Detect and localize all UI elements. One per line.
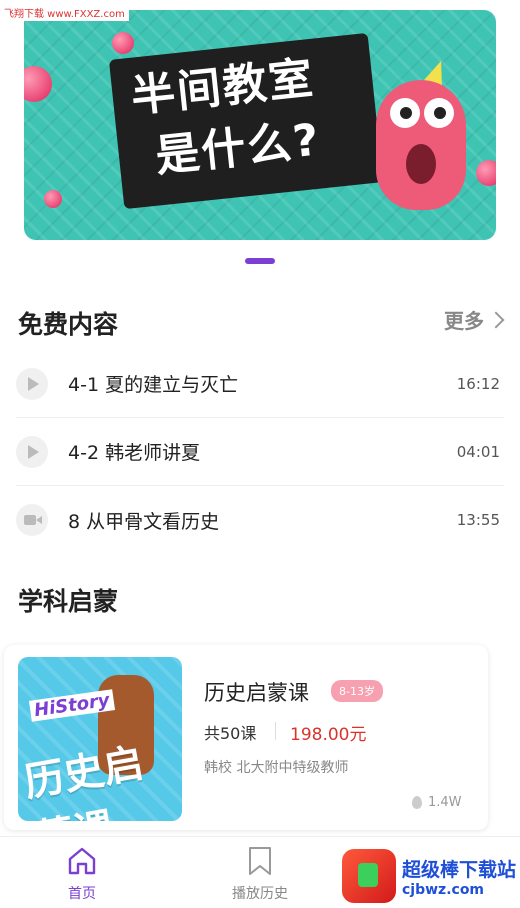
bookmark-icon — [244, 845, 276, 877]
home-icon — [66, 845, 98, 877]
free-section-title: 免费内容 — [18, 310, 119, 339]
more-label: 更多 — [444, 309, 484, 333]
subject-section-title: 学科启蒙 — [18, 587, 119, 616]
free-item-title: 4-2 韩老师讲夏 — [68, 442, 201, 464]
site-logo — [342, 849, 396, 903]
carousel-indicator[interactable] — [245, 258, 275, 264]
tab-home-label: 首页 — [68, 886, 96, 902]
free-item-duration: 13:55 — [456, 511, 500, 529]
divider — [275, 722, 276, 740]
play-icon[interactable] — [16, 435, 48, 468]
view-count: 1.4W — [412, 795, 462, 810]
hero-banner[interactable]: 半间教室 是什么? — [24, 10, 496, 240]
decor-ball — [44, 190, 62, 208]
decor-ball — [476, 160, 496, 186]
course-thumbnail[interactable]: HiStory 历史启蒙课 — [18, 657, 182, 821]
view-count-value: 1.4W — [428, 795, 462, 810]
free-list-item[interactable]: 4-1 夏的建立与灭亡 16:12 — [16, 350, 504, 418]
play-icon[interactable] — [16, 367, 48, 400]
monster-eye — [424, 98, 454, 128]
free-item-title: 4-1 夏的建立与灭亡 — [68, 374, 239, 396]
decor-ball — [24, 66, 52, 102]
course-title: 历史启蒙课 — [204, 681, 309, 705]
teacher-info: 韩校 北大附中特级教师 — [204, 760, 349, 776]
flame-icon — [412, 796, 422, 809]
monster-mouth — [406, 144, 436, 184]
age-badge: 8-13岁 — [331, 680, 383, 702]
more-link[interactable]: 更多 — [444, 305, 505, 334]
course-price: 198.00元 — [290, 725, 367, 745]
tab-home[interactable]: 首页 — [22, 845, 142, 903]
app-screen: 飞翔下载 www.FXXZ.com 半间教室 是什么? 免费内容 更多 4-1 … — [0, 0, 520, 908]
banner-title: 半间教室 是什么? — [128, 42, 380, 190]
video-camera-icon[interactable] — [16, 504, 48, 536]
watermark-sub: cjbwz.com — [402, 881, 485, 898]
decor-ball — [112, 32, 134, 54]
chevron-right-icon — [487, 311, 505, 328]
course-card[interactable]: HiStory 历史启蒙课 历史启蒙课 8-13岁 共50课 198.00元 韩… — [4, 645, 488, 830]
free-item-title: 8 从甲骨文看历史 — [68, 510, 220, 533]
watermark-top: 飞翔下载 www.FXXZ.com — [0, 4, 129, 21]
tab-play-history[interactable]: 播放历史 — [200, 845, 320, 903]
monster-mascot — [376, 80, 466, 210]
watermark-bottom-right: 超级棒下载站 cjbwz.com — [342, 846, 520, 906]
watermark-main: 超级棒下载站 — [402, 858, 517, 881]
free-list-item[interactable]: 8 从甲骨文看历史 13:55 — [16, 486, 504, 554]
free-content-list: 4-1 夏的建立与灭亡 16:12 4-2 韩老师讲夏 04:01 8 从甲骨文… — [16, 350, 504, 554]
free-list-item[interactable]: 4-2 韩老师讲夏 04:01 — [16, 418, 504, 486]
monster-eye — [390, 98, 420, 128]
free-item-duration: 16:12 — [456, 374, 500, 393]
lesson-count: 共50课 — [204, 724, 257, 743]
free-item-duration: 04:01 — [456, 442, 500, 461]
tab-history-label: 播放历史 — [232, 886, 288, 902]
